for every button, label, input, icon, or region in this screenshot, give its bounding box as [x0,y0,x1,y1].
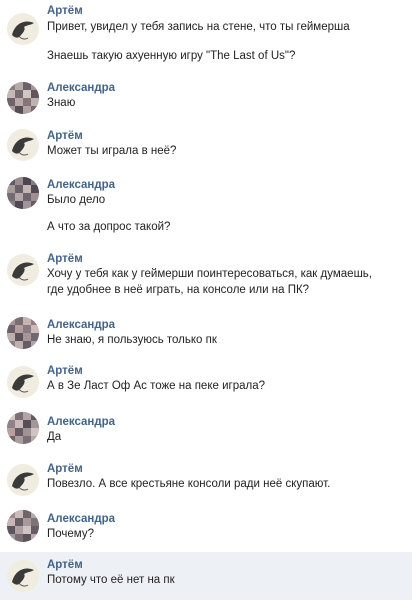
message-text: Почему? [47,528,94,540]
message-text: Знаю [47,97,76,109]
sketch-avatar-icon[interactable] [7,464,39,496]
message-text: Может ты играла в неё? [47,145,177,157]
sketch-avatar-icon[interactable] [7,560,39,592]
sketch-avatar-icon[interactable] [7,366,39,398]
message-text: Привет, увидел у тебя запись на стене, ч… [47,21,350,33]
author-name[interactable]: Александра [47,82,115,94]
message-text: Не знаю, я пользуюсь только пк [47,334,217,346]
message-text: А в Зе Ласт Оф Ас тоже на пеке играла? [47,380,265,392]
message-text: Потому что её нет на пк [47,574,175,586]
author-name[interactable]: Артём [47,463,83,475]
message-text: Знаешь такую ахуенную игру "The Last of … [47,50,296,62]
message-block: Александра Знаю [0,74,412,118]
message-block: Артём Повезло. А все крестьяне консоли р… [0,458,412,504]
author-name[interactable]: Александра [47,513,115,525]
message-text: Да [47,431,62,443]
author-name[interactable]: Артём [47,253,83,265]
pixelated-avatar-icon[interactable] [7,317,39,349]
message-text: Хочу у тебя как у геймерши поинтересоват… [47,268,372,280]
author-name[interactable]: Александра [47,416,115,428]
author-name[interactable]: Артём [47,130,83,142]
pixelated-avatar-icon[interactable] [7,82,39,114]
author-name[interactable]: Александра [47,319,115,331]
chat-history: Артём Привет, увидел у тебя запись на ст… [0,0,412,604]
author-name[interactable]: Артём [47,559,83,571]
message-block: Артём Может ты играла в неё? [0,122,412,168]
sketch-avatar-icon[interactable] [7,129,39,161]
pixelated-avatar-icon[interactable] [7,412,39,444]
author-name[interactable]: Артём [47,5,83,17]
message-block: Александра Да [0,408,412,452]
message-text: Повезло. А все крестьяне консоли ради не… [47,478,331,490]
message-text: А что за допрос такой? [47,221,171,233]
pixelated-avatar-icon[interactable] [7,177,39,209]
author-name[interactable]: Артём [47,365,83,377]
pixelated-avatar-icon[interactable] [7,510,39,542]
message-block: Артём Привет, увидел у тебя запись на ст… [0,0,412,68]
message-text: где удобнее в неё играть, на консоле или… [47,284,310,296]
message-block: Александра Было дело А что за допрос так… [0,172,412,238]
sketch-avatar-icon[interactable] [7,254,39,286]
message-block: Александра Почему? [0,506,412,550]
sketch-avatar-icon[interactable] [7,13,39,45]
message-block-highlighted: Артём Потому что её нет на пк [0,552,412,600]
message-text: Было дело [47,194,106,206]
message-block: Артём Хочу у тебя как у геймерши поинтер… [0,244,412,304]
message-block: Александра Не знаю, я пользуюсь только п… [0,312,412,356]
message-block: Артём А в Зе Ласт Оф Ас тоже на пеке игр… [0,360,412,404]
author-name[interactable]: Александра [47,179,115,191]
